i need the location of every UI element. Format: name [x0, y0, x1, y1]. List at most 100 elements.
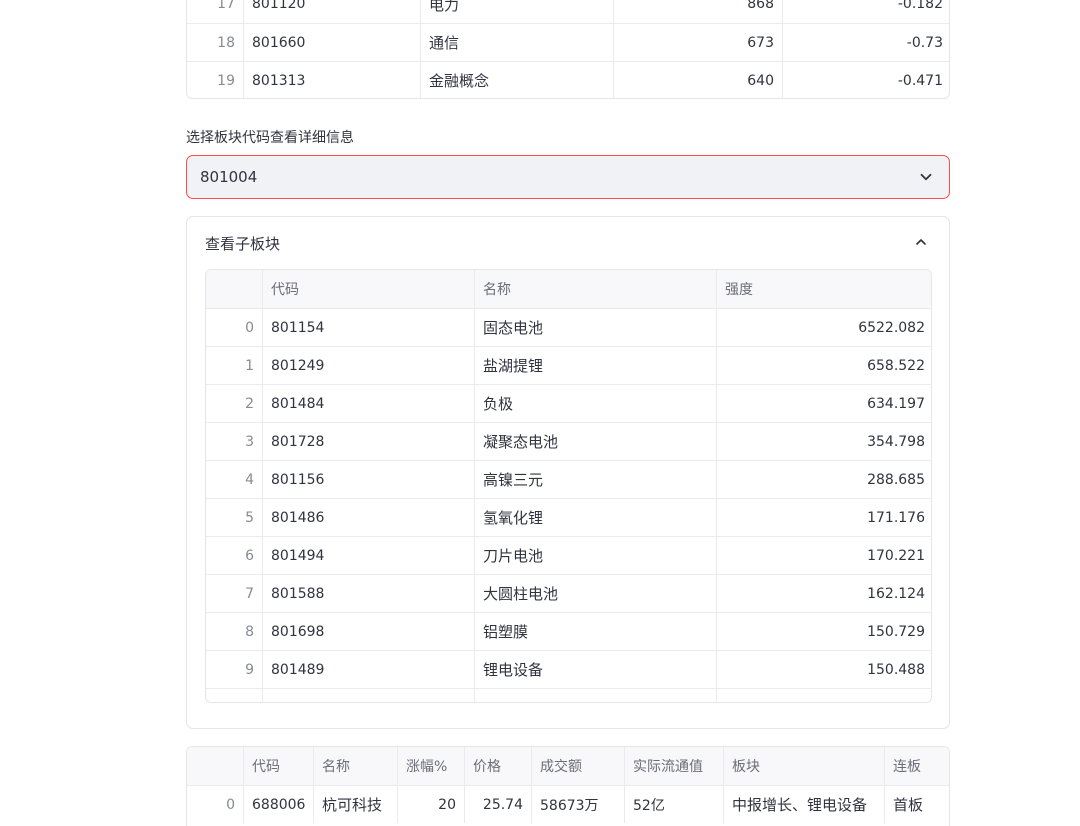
stock-table[interactable]: 代码 名称 涨幅% 价格 成交额 实际流通值 板块 连板 0 688006 杭可… — [186, 746, 950, 826]
stock-price: 25.74 — [464, 786, 531, 823]
row-index: 5 — [245, 509, 254, 526]
table-row[interactable]: 17 801120 电力 868 -0.182 — [187, 0, 949, 23]
sub-name: 锂电设备 — [474, 651, 716, 688]
sub-name: 固态电池 — [474, 309, 716, 346]
table-row[interactable]: 9 801489 锂电设备 150.488 — [206, 650, 931, 688]
header-price[interactable]: 价格 — [464, 747, 531, 785]
sub-strength: 354.798 — [716, 423, 931, 460]
sub-code: 801249 — [262, 347, 474, 384]
stock-code: 688006 — [243, 786, 313, 823]
sub-sector-expander: 查看子板块 代码 名称 强度 0 801154 固态电池 6522.082 1 … — [186, 216, 950, 729]
stock-streak: 首板 — [884, 786, 949, 823]
sub-name: 大圆柱电池 — [474, 575, 716, 612]
row-index: 7 — [245, 585, 254, 602]
table-row[interactable]: 6 801494 刀片电池 170.221 — [206, 536, 931, 574]
sub-name: 负极 — [474, 385, 716, 422]
header-change[interactable]: 涨幅% — [397, 747, 464, 785]
table-row[interactable]: 0 688006 杭可科技 20 25.74 58673万 52亿 中报增长、锂… — [187, 785, 949, 823]
stock-name: 杭可科技 — [313, 786, 397, 823]
sub-code: 801494 — [262, 537, 474, 574]
sector-code: 801313 — [243, 62, 420, 98]
header-index — [187, 747, 243, 785]
select-value: 801004 — [200, 168, 258, 186]
sector-code-select[interactable]: 801004 — [186, 155, 950, 199]
sub-strength: 658.522 — [716, 347, 931, 384]
sub-strength: 171.176 — [716, 499, 931, 536]
chevron-down-icon — [920, 173, 932, 181]
header-code[interactable]: 代码 — [262, 270, 474, 308]
chevron-up-icon[interactable] — [913, 234, 929, 250]
sub-sector-table[interactable]: 代码 名称 强度 0 801154 固态电池 6522.082 1 801249… — [205, 269, 932, 703]
sector-change: -0.73 — [782, 24, 949, 61]
row-index: 9 — [245, 661, 254, 678]
row-index: 18 — [217, 34, 235, 51]
header-code[interactable]: 代码 — [243, 747, 313, 785]
sector-code: 801120 — [243, 0, 420, 23]
header-name[interactable]: 名称 — [313, 747, 397, 785]
table-row[interactable]: 0 801154 固态电池 6522.082 — [206, 308, 931, 346]
sub-code: 801486 — [262, 499, 474, 536]
sector-count: 640 — [613, 62, 782, 98]
row-index: 17 — [217, 0, 235, 12]
row-index: 4 — [245, 471, 254, 488]
table-row-partial[interactable] — [206, 688, 931, 702]
stock-sector: 中报增长、锂电设备 — [723, 786, 884, 823]
sub-strength: 150.729 — [716, 613, 931, 650]
header-sector[interactable]: 板块 — [723, 747, 884, 785]
row-index: 0 — [245, 319, 254, 336]
row-index: 2 — [245, 395, 254, 412]
row-index: 1 — [245, 357, 254, 374]
sub-strength: 6522.082 — [716, 309, 931, 346]
sector-count: 868 — [613, 0, 782, 23]
table-header: 代码 名称 涨幅% 价格 成交额 实际流通值 板块 连板 — [187, 747, 949, 785]
stock-change: 20 — [397, 786, 464, 823]
sector-change: -0.182 — [782, 0, 949, 23]
sub-code: 801156 — [262, 461, 474, 498]
sector-name: 金融概念 — [420, 62, 613, 98]
row-index: 3 — [245, 433, 254, 450]
table-row[interactable]: 7 801588 大圆柱电池 162.124 — [206, 574, 931, 612]
sub-name: 盐湖提锂 — [474, 347, 716, 384]
sub-name: 氢氧化锂 — [474, 499, 716, 536]
sub-strength: 162.124 — [716, 575, 931, 612]
header-name[interactable]: 名称 — [474, 270, 716, 308]
sub-name: 刀片电池 — [474, 537, 716, 574]
sector-code: 801660 — [243, 24, 420, 61]
sub-code: 801588 — [262, 575, 474, 612]
sector-name: 通信 — [420, 24, 613, 61]
table-row[interactable]: 1 801249 盐湖提锂 658.522 — [206, 346, 931, 384]
sub-code: 801484 — [262, 385, 474, 422]
row-index: 8 — [245, 623, 254, 640]
table-row[interactable]: 5 801486 氢氧化锂 171.176 — [206, 498, 931, 536]
table-row[interactable]: 4 801156 高镍三元 288.685 — [206, 460, 931, 498]
expander-header[interactable]: 查看子板块 — [205, 233, 280, 254]
sub-strength: 150.488 — [716, 651, 931, 688]
table-row[interactable]: 19 801313 金融概念 640 -0.471 — [187, 61, 949, 98]
table-header: 代码 名称 强度 — [206, 270, 931, 308]
header-strength[interactable]: 强度 — [716, 270, 931, 308]
sub-strength: 634.197 — [716, 385, 931, 422]
stock-float-value: 52亿 — [624, 786, 723, 823]
header-float-value[interactable]: 实际流通值 — [624, 747, 723, 785]
sector-name: 电力 — [420, 0, 613, 23]
sub-code: 801698 — [262, 613, 474, 650]
table-row[interactable]: 3 801728 凝聚态电池 354.798 — [206, 422, 931, 460]
table-row[interactable]: 8 801698 铝塑膜 150.729 — [206, 612, 931, 650]
header-index — [206, 270, 262, 308]
select-label: 选择板块代码查看详细信息 — [186, 130, 354, 146]
table-row[interactable]: 18 801660 通信 673 -0.73 — [187, 23, 949, 61]
row-index: 19 — [217, 72, 235, 89]
table-row[interactable]: 2 801484 负极 634.197 — [206, 384, 931, 422]
sub-name: 高镍三元 — [474, 461, 716, 498]
header-streak[interactable]: 连板 — [884, 747, 949, 785]
sector-table[interactable]: 17 801120 电力 868 -0.182 18 801660 通信 673… — [186, 0, 950, 99]
stock-turnover: 58673万 — [531, 786, 624, 823]
sub-code: 801154 — [262, 309, 474, 346]
sub-name: 凝聚态电池 — [474, 423, 716, 460]
header-turnover[interactable]: 成交额 — [531, 747, 624, 785]
row-index: 6 — [245, 547, 254, 564]
row-index: 0 — [226, 796, 235, 813]
sub-code: 801728 — [262, 423, 474, 460]
sub-code: 801489 — [262, 651, 474, 688]
sub-name: 铝塑膜 — [474, 613, 716, 650]
